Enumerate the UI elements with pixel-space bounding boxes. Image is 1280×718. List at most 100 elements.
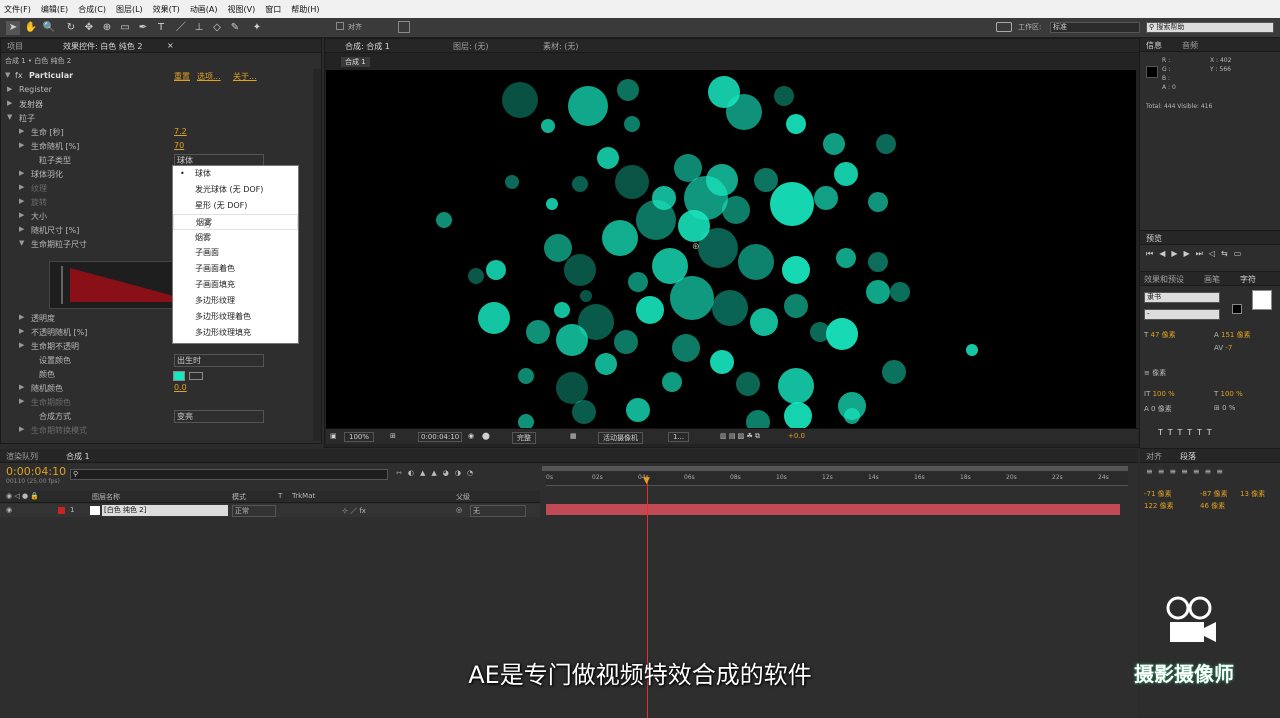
expand-triangle-icon[interactable]: ▼ [5, 71, 10, 79]
close-tab-icon[interactable]: × [167, 41, 174, 50]
tracking-value[interactable]: -7 [1225, 344, 1232, 352]
hscale-value[interactable]: 100 % [1221, 390, 1243, 398]
puppet-tool-icon[interactable]: ✦ [250, 21, 264, 35]
brush-tool-icon[interactable]: ／ [174, 21, 188, 35]
effect-row-value[interactable]: 0.0 [174, 383, 187, 392]
expand-triangle-icon[interactable]: ▶ [19, 397, 24, 405]
tab-effects-presets[interactable]: 效果和预设 [1144, 274, 1184, 285]
text-tool-icon[interactable]: T [154, 21, 168, 35]
effect-row[interactable]: 设置颜色 出生时 [1, 353, 319, 367]
pen-tool-icon[interactable]: ✒ [136, 21, 150, 35]
dropdown-option[interactable]: 子画面着色 [173, 261, 298, 277]
camera-tool-icon[interactable]: ✥ [82, 21, 96, 35]
leading-row[interactable]: A 151 像素 [1214, 330, 1251, 340]
hand-tool-icon[interactable]: ✋ [24, 21, 38, 35]
expand-triangle-icon[interactable]: ▶ [19, 225, 24, 233]
hscale-row[interactable]: T 100 % [1214, 390, 1243, 398]
playback-controls-icons[interactable]: ⏮◀▶▶⏭◁⇆▭ [1146, 249, 1247, 259]
tab-align[interactable]: 对齐 [1146, 451, 1162, 462]
tab-project[interactable]: 项目 [7, 41, 23, 52]
timeline-switches-icons[interactable]: ⇿◐▲▲◕◑◔ [396, 469, 479, 477]
tab-audio[interactable]: 音频 [1182, 40, 1198, 51]
snap-icon[interactable] [398, 21, 410, 33]
safe-zones-icon[interactable]: ⊞ [390, 432, 396, 440]
expand-triangle-icon[interactable]: ▶ [7, 85, 12, 93]
expand-triangle-icon[interactable]: ▶ [19, 197, 24, 205]
text-style-buttons-icons[interactable]: TTTTTT [1158, 428, 1217, 437]
current-time[interactable]: 0:00:04:10 [418, 432, 463, 442]
dropdown-option[interactable]: 发光球体 (无 DOF) [173, 182, 298, 198]
effect-row[interactable]: ▶ 随机颜色 0.0 [1, 381, 319, 395]
stroke-width-value[interactable]: 像素 [1152, 369, 1166, 377]
align-buttons-icons[interactable]: ≡≡≡≡≡≡≡ [1146, 467, 1228, 476]
tab-composition[interactable]: 合成: 合成 1 [345, 41, 390, 52]
clone-tool-icon[interactable]: ⊥ [192, 21, 206, 35]
tab-paragraph[interactable]: 段落 [1180, 451, 1196, 462]
tab-info[interactable]: 信息 [1146, 40, 1162, 51]
camera-select[interactable]: 活动摄像机 [598, 432, 643, 444]
effect-row[interactable]: ▶ 生命期转换模式 [1, 423, 319, 437]
effect-row[interactable]: ▼ 粒子 [1, 111, 319, 125]
expand-triangle-icon[interactable]: ▶ [19, 141, 24, 149]
indent-first-value[interactable]: -87 像素 [1200, 489, 1228, 499]
pickwhip-icon[interactable]: ◎ [456, 506, 462, 514]
menu-help[interactable]: 帮助(H) [291, 4, 319, 15]
work-area-bar[interactable] [542, 466, 1128, 471]
fill-color-swatch[interactable] [1252, 290, 1272, 310]
menu-effect[interactable]: 效果(T) [153, 4, 180, 15]
dropdown-option[interactable]: • 球体 [173, 166, 298, 182]
channel-icon[interactable]: ⬤ [482, 432, 490, 440]
col-layer-name[interactable]: 图层名称 [92, 492, 120, 502]
col-t[interactable]: T [278, 492, 282, 500]
playhead-handle-icon[interactable]: ▼ [643, 476, 650, 486]
size-over-life-graph[interactable] [49, 261, 175, 309]
align-checkbox[interactable] [336, 22, 344, 30]
selection-tool-icon[interactable]: ➤ [6, 21, 20, 35]
effect-row[interactable]: 合成方式 变亮 [1, 409, 319, 423]
pan-behind-tool-icon[interactable]: ⊕ [100, 21, 114, 35]
reset-link[interactable]: 重置 [174, 71, 190, 82]
tab-comp1-timeline[interactable]: 合成 1 [66, 451, 90, 462]
dropdown-option[interactable]: 多边形纹理着色 [173, 309, 298, 325]
effect-row[interactable]: ▶ 生命随机 [%] 70 [1, 139, 319, 153]
menu-window[interactable]: 窗口 [265, 4, 281, 15]
tracking-row[interactable]: AV -7 [1214, 344, 1232, 352]
mode-select[interactable]: 正常 [232, 505, 276, 517]
effect-header-row[interactable]: ▼ fx Particular 重置 选项... 关于... [1, 69, 319, 83]
expand-triangle-icon[interactable]: ▶ [19, 313, 24, 321]
expand-triangle-icon[interactable]: ▶ [19, 327, 24, 335]
timeline-search-input[interactable]: ⚲ [70, 469, 388, 480]
menu-edit[interactable]: 编辑(E) [41, 4, 68, 15]
effect-row-value[interactable]: 变亮 [174, 410, 264, 423]
rotate-tool-icon[interactable]: ↻ [64, 21, 78, 35]
about-link[interactable]: 关于... [233, 71, 257, 82]
tsume-value[interactable]: 0 % [1222, 404, 1235, 412]
options-link[interactable]: 选项... [197, 71, 221, 82]
parent-select[interactable]: 无 [470, 505, 526, 517]
font-size-row[interactable]: T 47 像素 [1144, 330, 1176, 340]
expand-triangle-icon[interactable]: ▶ [19, 183, 24, 191]
dropdown-option[interactable]: 子画面 [173, 245, 298, 261]
tab-brush[interactable]: 画笔 [1204, 274, 1220, 285]
tab-character[interactable]: 字符 [1240, 274, 1256, 285]
effect-row[interactable]: ▶ Register [1, 83, 319, 97]
leading-value[interactable]: 151 像素 [1221, 331, 1251, 339]
font-size-value[interactable]: 47 像素 [1151, 331, 1176, 339]
indent-left-value[interactable]: -71 像素 [1144, 489, 1172, 499]
comp-viewer[interactable]: ⊕ [326, 70, 1136, 434]
col-parent[interactable]: 父级 [456, 492, 470, 502]
font-style-select[interactable]: - [1144, 309, 1220, 320]
dropdown-option[interactable]: 子画面填充 [173, 277, 298, 293]
vscale-row[interactable]: IT 100 % [1144, 390, 1175, 398]
visibility-eye-icon[interactable]: ◉ [6, 506, 12, 514]
menu-view[interactable]: 视图(V) [228, 4, 256, 15]
tab-preview[interactable]: 预览 [1146, 233, 1162, 244]
region-icon[interactable]: ▦ [570, 432, 577, 440]
dropdown-option[interactable]: 烟雾 [173, 213, 298, 230]
effect-row[interactable]: ▶ 生命期颜色 [1, 395, 319, 409]
menu-file[interactable]: 文件(F) [4, 4, 31, 15]
effect-row[interactable]: 颜色 [1, 367, 319, 381]
expand-triangle-icon[interactable]: ▶ [19, 341, 24, 349]
baseline-row[interactable]: A 0 像素 [1144, 404, 1172, 414]
roto-tool-icon[interactable]: ✎ [228, 21, 242, 35]
